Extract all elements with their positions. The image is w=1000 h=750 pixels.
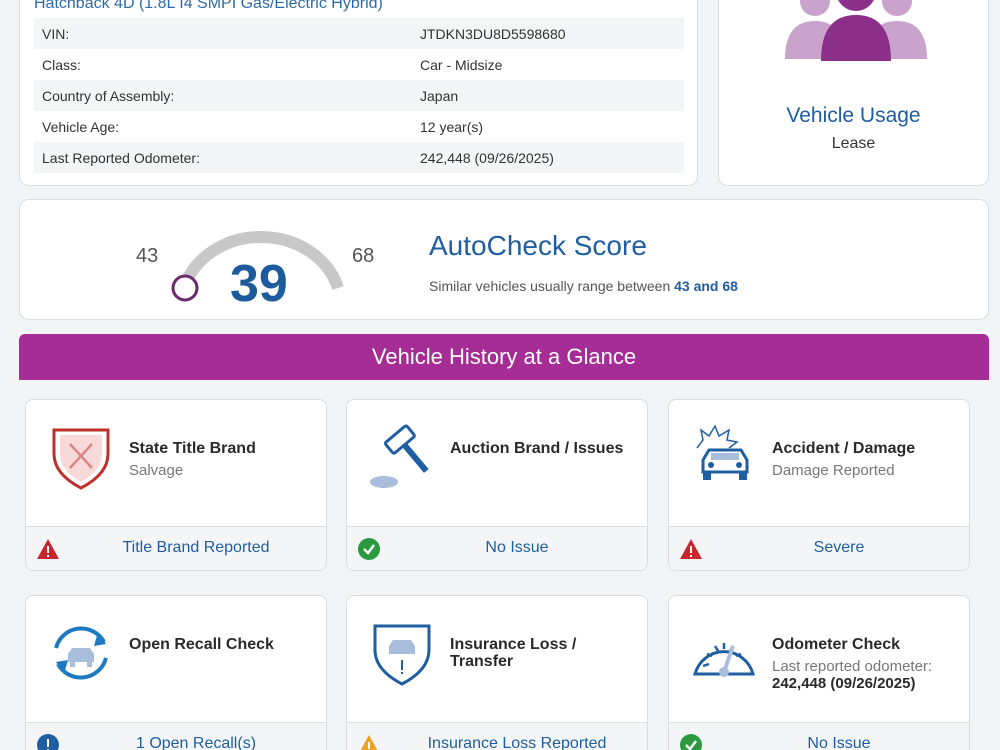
warning-red-icon: [680, 539, 702, 559]
gauge-high-value: 68: [352, 245, 375, 267]
card-title: Insurance Loss / Transfer: [450, 636, 577, 670]
card-status-text[interactable]: Title Brand Reported: [66, 539, 326, 557]
score-range-value: 43 and 68: [674, 278, 738, 294]
history-card-odometer[interactable]: Odometer Check Last reported odometer: 2…: [668, 595, 970, 750]
spec-value: 12 year(s): [420, 118, 484, 135]
card-status-bar: No Issue: [669, 722, 969, 750]
odometer-icon: [693, 643, 755, 677]
gavel-icon: [370, 424, 429, 488]
warning-red-icon: [37, 539, 59, 559]
card-status-bar: Severe: [669, 526, 969, 570]
history-card-recall[interactable]: Open Recall Check 1 Open Recall(s): [25, 595, 327, 750]
spec-value: 242,448 (09/26/2025): [420, 149, 554, 166]
card-title: Open Recall Check: [129, 636, 274, 653]
people-group-icon: [785, 0, 927, 61]
check-green-icon: [680, 734, 702, 750]
spec-value: Car - Midsize: [420, 56, 503, 73]
vehicle-usage-value: Lease: [831, 135, 876, 152]
spec-row: Country of Assembly: Japan: [34, 80, 684, 111]
spec-label: Country of Assembly:: [42, 87, 175, 104]
card-subtitle: Last reported odometer:: [772, 658, 933, 675]
score-range-text: Similar vehicles usually range between 4…: [429, 278, 738, 294]
card-status-text[interactable]: Insurance Loss Reported: [387, 735, 647, 750]
card-title: Auction Brand / Issues: [450, 440, 624, 457]
card-status-bar: 1 Open Recall(s): [26, 722, 326, 750]
card-status-text[interactable]: No Issue: [387, 539, 647, 557]
spec-row: Last Reported Odometer: 242,448 (09/26/20…: [34, 142, 684, 173]
vehicle-spec-card: Hatchback 4D (1.8L I4 SMPI Gas/Electric …: [19, 0, 698, 186]
spec-label: Vehicle Age:: [42, 118, 120, 135]
card-title: State Title Brand: [129, 440, 256, 457]
card-odometer-value: 242,448 (09/26/2025): [772, 675, 916, 692]
recall-car-icon: [54, 626, 108, 680]
card-subtitle: Damage Reported: [772, 462, 895, 479]
history-card-title-brand[interactable]: State Title Brand Salvage Title Brand Re…: [25, 399, 327, 571]
history-banner: Vehicle History at a Glance: [19, 334, 989, 380]
history-card-accident[interactable]: Accident / Damage Damage Reported Severe: [668, 399, 970, 571]
spec-value: Japan: [420, 87, 459, 104]
spec-row: VIN: JTDKN3DU8D5598680: [34, 18, 684, 49]
check-green-icon: [358, 538, 380, 560]
card-status-text[interactable]: No Issue: [709, 735, 969, 750]
spec-row: Class: Car - Midsize: [34, 49, 684, 80]
score-value: 39: [230, 255, 288, 313]
autocheck-score-card: 43 68 39 AutoCheck Score Similar vehicle…: [19, 199, 989, 320]
vehicle-usage-title: Vehicle Usage: [786, 104, 921, 127]
spec-label: Class:: [42, 56, 81, 73]
spec-label: Last Reported Odometer:: [42, 149, 200, 166]
gauge-low-value: 43: [136, 245, 159, 267]
spec-label: VIN:: [42, 25, 70, 42]
card-subtitle: Salvage: [129, 462, 184, 479]
spec-table: VIN: JTDKN3DU8D5598680 Class: Car - Midsiz…: [34, 18, 684, 173]
shield-x-icon: [52, 428, 110, 490]
history-card-auction[interactable]: Auction Brand / Issues No Issue: [346, 399, 648, 571]
card-title: Odometer Check: [772, 636, 901, 653]
card-status-bar: No Issue: [347, 526, 647, 570]
car-crash-icon: [696, 424, 749, 480]
card-status-text[interactable]: 1 Open Recall(s): [66, 735, 326, 750]
spec-row: Vehicle Age: 12 year(s): [34, 111, 684, 142]
score-range-label: Similar vehicles usually range between: [429, 278, 671, 294]
vehicle-usage-card: Vehicle Usage Lease: [718, 0, 989, 186]
score-title: AutoCheck Score: [429, 230, 647, 261]
warning-orange-icon: [360, 735, 378, 750]
info-blue-icon: [37, 734, 59, 750]
card-title: Accident / Damage: [772, 440, 916, 457]
spec-value: JTDKN3DU8D5598680: [420, 25, 566, 42]
card-status-bar: Title Brand Reported: [26, 526, 326, 570]
report-page: Hatchback 4D (1.8L I4 SMPI Gas/Electric …: [0, 0, 1000, 750]
card-status-text[interactable]: Severe: [709, 539, 969, 557]
shield-car-icon: [373, 624, 431, 686]
history-card-insurance[interactable]: Insurance Loss / Transfer Insurance Loss…: [346, 595, 648, 750]
vehicle-subtitle: Hatchback 4D (1.8L I4 SMPI Gas/Electric …: [34, 0, 383, 12]
card-status-bar: Insurance Loss Reported: [347, 722, 647, 750]
